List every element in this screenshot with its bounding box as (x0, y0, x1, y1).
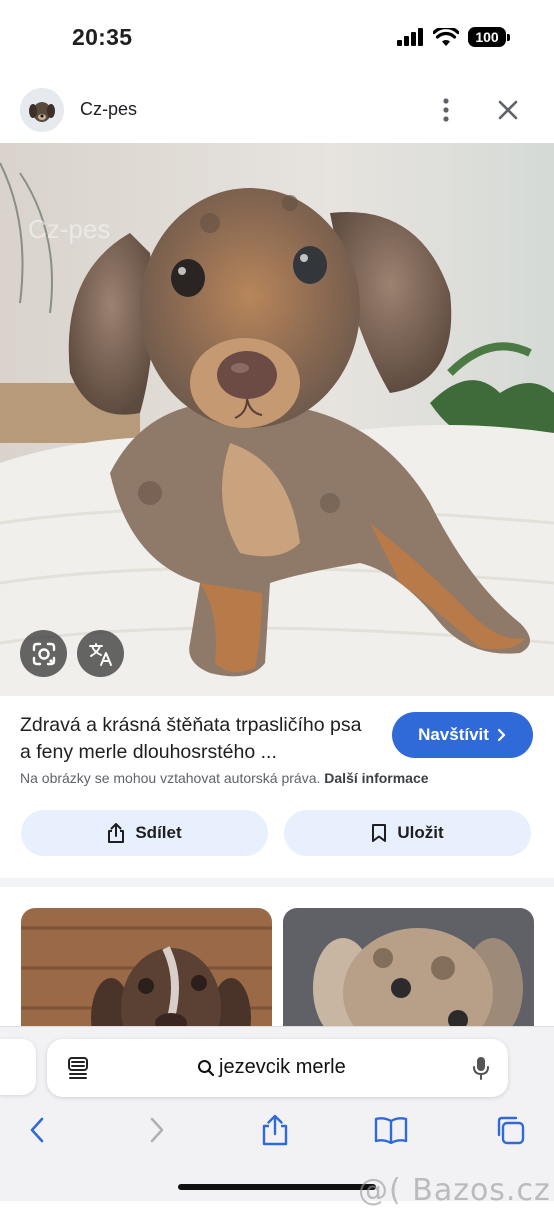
status-time: 20:35 (72, 24, 133, 50)
translate-icon (88, 642, 112, 666)
source-name[interactable]: Cz-pes (80, 99, 137, 120)
share-icon (108, 823, 125, 843)
result-title[interactable]: Zdravá a krásná štěňata trpasličího psa … (20, 712, 375, 766)
tabs-button[interactable] (493, 1113, 527, 1147)
copyright-notice: Na obrázky se mohou vztahovat autorská p… (20, 770, 429, 786)
lens-button[interactable] (20, 630, 67, 677)
copyright-text: Na obrázky se mohou vztahovat autorská p… (20, 770, 321, 786)
chevron-right-icon (497, 728, 506, 742)
source-header: Cz-pes (0, 80, 554, 142)
puppy-photo: Cz-pes (0, 143, 554, 696)
browser-bottom-bar: jezevcik merle @( Bazos.cz (0, 1026, 554, 1208)
close-button[interactable] (492, 94, 524, 126)
home-indicator (178, 1184, 376, 1190)
section-divider (0, 878, 554, 887)
bazos-watermark: @( Bazos.cz (358, 1173, 551, 1208)
close-icon (498, 100, 518, 120)
previous-tab-peek[interactable] (0, 1039, 36, 1095)
more-info-link[interactable]: Další informace (324, 770, 428, 786)
wifi-icon (433, 27, 459, 46)
share-page-button[interactable] (258, 1113, 292, 1147)
share-button-label: Sdílet (135, 823, 182, 842)
save-button-label: Uložit (397, 823, 444, 842)
battery-indicator: 100 (468, 27, 510, 47)
visit-button[interactable]: Navštívit (392, 712, 533, 758)
forward-button[interactable] (140, 1113, 174, 1147)
chevron-right-icon (150, 1117, 164, 1143)
translate-button[interactable] (77, 630, 124, 677)
cellular-signal-icon (397, 28, 423, 46)
address-bar[interactable]: jezevcik merle (47, 1039, 508, 1097)
status-icons: 100 (397, 27, 510, 47)
more-options-button[interactable] (430, 94, 462, 126)
image-watermark: Cz-pes (28, 214, 110, 244)
search-field[interactable]: jezevcik merle (197, 1056, 346, 1079)
book-icon (374, 1117, 408, 1144)
search-query: jezevcik merle (219, 1056, 346, 1078)
google-lens-icon (32, 642, 55, 665)
status-bar: 20:35 100 (0, 0, 554, 76)
bookmarks-button[interactable] (374, 1113, 408, 1147)
share-icon (262, 1114, 288, 1146)
share-button[interactable]: Sdílet (21, 810, 268, 856)
search-icon (198, 1059, 215, 1076)
source-favicon[interactable] (20, 88, 64, 132)
page-menu-icon[interactable] (67, 1056, 89, 1080)
main-image[interactable]: Cz-pes (0, 143, 554, 696)
save-button[interactable]: Uložit (284, 810, 531, 856)
tabs-icon (497, 1116, 525, 1145)
bookmark-icon (372, 824, 387, 842)
visit-button-label: Navštívit (418, 725, 489, 744)
battery-level: 100 (475, 29, 499, 45)
back-button[interactable] (20, 1113, 54, 1147)
dog-favicon-icon (20, 88, 64, 132)
more-vert-icon (443, 98, 449, 122)
chevron-left-icon (30, 1117, 44, 1143)
microphone-icon[interactable] (472, 1056, 490, 1080)
